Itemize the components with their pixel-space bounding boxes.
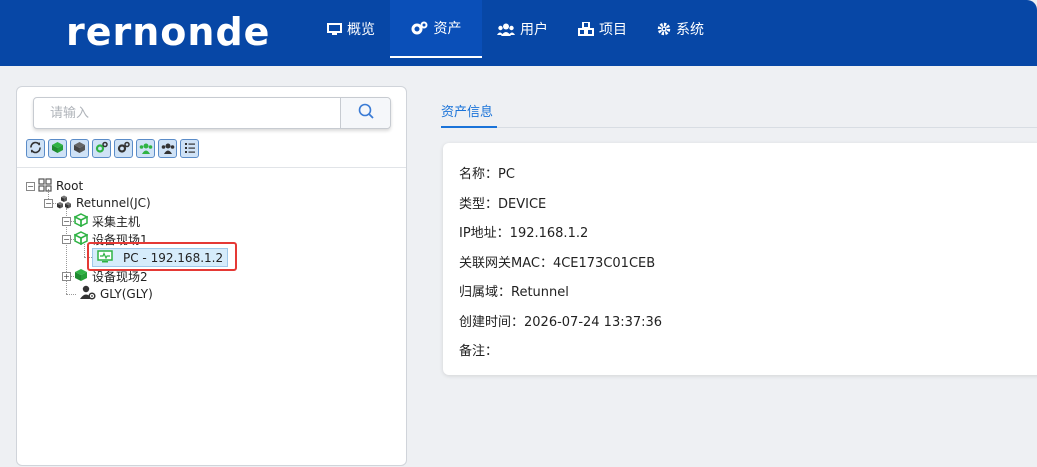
tree-connector [66, 294, 76, 295]
nav-system-label: 系统 [676, 22, 704, 38]
cubes-icon [578, 22, 594, 36]
users-icon [497, 23, 515, 36]
nav-overview[interactable]: 概览 [312, 0, 390, 58]
tree-node-label: Root [56, 179, 84, 193]
expand-toggle[interactable]: + [62, 271, 71, 281]
tree-node-label: 采集主机 [92, 214, 141, 229]
nav-overview-label: 概览 [347, 22, 375, 38]
green-cube-icon [74, 268, 88, 285]
collapse-toggle[interactable]: − [62, 216, 71, 226]
nav-system[interactable]: 系统 [642, 0, 719, 58]
green-cube-icon [73, 230, 89, 248]
info-domain: 归属域：Retunnel [459, 285, 569, 300]
asset-info-card: 名称：PC 类型：DEVICE IP地址：192.168.1.2 关联网关MAC… [443, 143, 1037, 375]
main-nav: 概览 资产 用户 项目 系统 [312, 0, 719, 66]
asset-tree-panel: − Root − Retunnel(JC) − 采集主机 − 设备现场1 PC … [16, 86, 407, 466]
collapse-toggle[interactable]: − [44, 198, 53, 208]
tab-active-underline [441, 126, 497, 128]
tab-bar-line [441, 127, 1037, 128]
collapse-toggle[interactable]: − [62, 234, 71, 244]
asset-tree: − Root − Retunnel(JC) − 采集主机 − 设备现场1 PC … [17, 87, 406, 467]
selection-highlight-annotation [87, 242, 237, 271]
info-type: 类型：DEVICE [459, 197, 547, 212]
info-ip: IP地址：192.168.1.2 [459, 226, 589, 241]
tree-node-label: GLY(GLY) [100, 287, 153, 301]
cubes-icon [56, 195, 72, 212]
tree-node-root[interactable]: − Root [26, 177, 83, 195]
tree-node-domain[interactable]: − Retunnel(JC) [44, 194, 151, 212]
nav-assets-label: 资产 [433, 21, 462, 37]
top-header: rernonde 概览 资产 用户 项目 系统 [0, 0, 1037, 66]
tab-asset-info[interactable]: 资产信息 [441, 101, 493, 120]
tree-node-collector[interactable]: − 采集主机 [62, 212, 140, 230]
green-cube-icon [73, 212, 89, 230]
nav-projects-label: 项目 [599, 22, 627, 38]
gears-icon [411, 21, 429, 35]
monitor-icon [327, 22, 342, 36]
info-created-time: 创建时间：2026-07-24 13:37:36 [459, 315, 663, 330]
info-gateway-mac: 关联网关MAC：4CE173C01CEB [459, 256, 656, 271]
tree-node-label: Retunnel(JC) [76, 196, 151, 210]
info-remark: 备注： [459, 344, 499, 359]
nav-users[interactable]: 用户 [482, 0, 563, 58]
gear-icon [657, 22, 671, 36]
user-gear-icon [80, 285, 96, 303]
nav-assets[interactable]: 资产 [390, 0, 482, 58]
app-logo[interactable]: rernonde [66, 10, 270, 54]
root-grid-icon [38, 177, 52, 195]
nav-projects[interactable]: 项目 [563, 0, 642, 58]
info-name: 名称：PC [459, 167, 515, 182]
collapse-toggle[interactable]: − [26, 181, 35, 191]
nav-users-label: 用户 [520, 22, 548, 38]
tree-node-user[interactable]: GLY(GLY) [80, 285, 153, 303]
